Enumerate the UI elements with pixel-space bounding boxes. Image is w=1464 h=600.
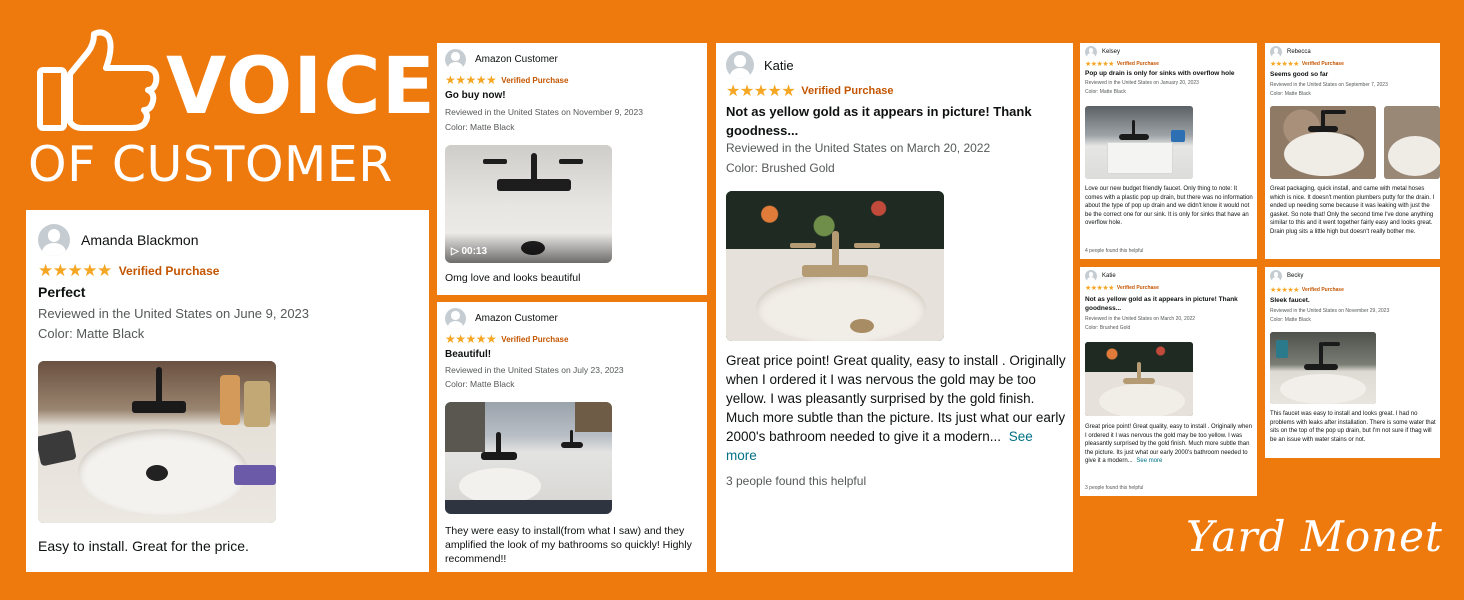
thumbs-up-icon — [37, 29, 160, 131]
verified-purchase-badge: Verified Purchase — [1301, 287, 1344, 293]
review-date: Reviewed in the United States on March 2… — [726, 141, 991, 155]
review-body: Omg love and looks beautiful — [445, 272, 581, 284]
review-color: Color: Matte Black — [1085, 89, 1126, 95]
reviewer: Katie — [1085, 270, 1116, 282]
reviewer-name: Kelsey — [1102, 49, 1121, 55]
review-card-becky: Becky ★★★★★ Verified Purchase Sleek fauc… — [1265, 267, 1440, 458]
reviewer-name: Rebecca — [1287, 49, 1311, 55]
star-rating: ★★★★★ — [726, 83, 796, 100]
star-rating: ★★★★★ — [1270, 287, 1299, 294]
review-card-amanda: Amanda Blackmon ★★★★★ Verified Purchase … — [26, 210, 429, 572]
review-body: Easy to install. Great for the price. — [38, 538, 249, 554]
avatar — [1085, 270, 1097, 282]
review-title[interactable]: Seems good so far — [1270, 71, 1328, 78]
review-body: Great price point! Great quality, easy t… — [726, 351, 1066, 465]
video-duration: ▷ 00:13 — [451, 246, 488, 257]
verified-purchase-badge: Verified Purchase — [1301, 61, 1344, 67]
review-photo[interactable] — [726, 191, 944, 341]
review-body: Love our new budget friendly faucet. Onl… — [1085, 186, 1253, 226]
reviewer: Becky — [1270, 270, 1303, 282]
review-photo[interactable] — [1270, 332, 1376, 404]
review-video[interactable]: ▷ 00:13 — [445, 145, 612, 263]
star-rating: ★★★★★ — [445, 332, 497, 346]
verified-purchase-badge: Verified Purchase — [118, 264, 220, 278]
reviewer: Kelsey — [1085, 46, 1120, 58]
header-title-of-customer: OF CUSTOMER — [28, 136, 393, 193]
helpful-count: 3 people found this helpful — [1085, 485, 1144, 491]
review-photo[interactable] — [38, 361, 276, 523]
review-card-katie-small: Katie ★★★★★ Verified Purchase Not as yel… — [1080, 267, 1257, 496]
review-photo[interactable] — [445, 402, 612, 514]
verified-purchase-badge: Verified Purchase — [1116, 285, 1159, 291]
avatar — [726, 51, 754, 79]
review-card-amazon-customer-1: Amazon Customer ★★★★★ Verified Purchase … — [437, 43, 707, 295]
review-card-katie: Katie ★★★★★ Verified Purchase Not as yel… — [716, 43, 1073, 572]
review-date: Reviewed in the United States on Septemb… — [1270, 82, 1388, 88]
reviewer-name: Becky — [1287, 273, 1304, 279]
review-title[interactable]: Not as yellow gold as it appears in pict… — [1085, 295, 1255, 313]
verified-purchase-badge: Verified Purchase — [801, 85, 894, 97]
review-color: Color: Matte Black — [38, 326, 145, 341]
review-color: Color: Matte Black — [1270, 91, 1311, 97]
review-title[interactable]: Not as yellow gold as it appears in pict… — [726, 102, 1066, 140]
review-color: Color: Brushed Gold — [1085, 325, 1131, 331]
review-body: This faucet was easy to install and look… — [1270, 411, 1436, 443]
reviewer: Katie — [726, 51, 794, 79]
avatar — [445, 49, 466, 70]
review-body: Great price point! Great quality, easy t… — [1085, 423, 1253, 466]
star-rating: ★★★★★ — [445, 73, 497, 87]
review-title[interactable]: Beautiful! — [445, 349, 491, 360]
review-body-text: Great price point! Great quality, easy t… — [1085, 424, 1252, 464]
header-title-voice: VOICE — [166, 42, 436, 132]
star-rating: ★★★★★ — [1085, 285, 1114, 292]
review-date: Reviewed in the United States on Novembe… — [1270, 308, 1390, 314]
review-title[interactable]: Go buy now! — [445, 90, 506, 101]
star-rating: ★★★★★ — [1270, 61, 1299, 68]
review-color: Color: Matte Black — [445, 122, 515, 132]
review-photo[interactable] — [1270, 106, 1376, 179]
review-title[interactable]: Perfect — [38, 284, 85, 300]
reviewer-name: Amanda Blackmon — [81, 232, 199, 248]
reviewer: Rebecca — [1270, 46, 1311, 58]
reviewer-name: Amazon Customer — [475, 54, 558, 65]
review-card-rebecca: Rebecca ★★★★★ Verified Purchase Seems go… — [1265, 43, 1440, 259]
avatar — [445, 308, 466, 329]
review-color: Color: Matte Black — [1270, 317, 1311, 323]
reviewer-name: Katie — [764, 57, 794, 73]
avatar — [1270, 270, 1282, 282]
helpful-count: 4 people found this helpful — [1085, 248, 1144, 254]
review-photo[interactable] — [1085, 106, 1193, 179]
star-rating: ★★★★★ — [1085, 61, 1114, 68]
verified-purchase-badge: Verified Purchase — [501, 334, 569, 344]
helpful-count: 3 people found this helpful — [726, 474, 867, 488]
review-date: Reviewed in the United States on June 9,… — [38, 306, 310, 321]
review-title[interactable]: Pop up drain is only for sinks with over… — [1085, 70, 1255, 77]
review-body: They were easy to install(from what I sa… — [445, 525, 692, 565]
brand-logo: Yard Monet — [1186, 512, 1443, 561]
reviewer-name: Katie — [1102, 273, 1116, 279]
review-date: Reviewed in the United States on July 23… — [445, 365, 624, 375]
star-rating: ★★★★★ — [38, 261, 112, 280]
review-title[interactable]: Sleek faucet. — [1270, 297, 1310, 304]
reviewer: Amazon Customer — [445, 308, 558, 329]
reviewer-name: Amazon Customer — [475, 313, 558, 324]
verified-purchase-badge: Verified Purchase — [1116, 61, 1159, 67]
reviewer: Amazon Customer — [445, 49, 558, 70]
avatar — [38, 224, 70, 256]
review-date: Reviewed in the United States on March 2… — [1085, 316, 1196, 322]
review-color: Color: Matte Black — [445, 379, 515, 389]
review-body: Great packaging, quick install, and came… — [1270, 186, 1435, 235]
avatar — [1270, 46, 1282, 58]
review-date: Reviewed in the United States on Novembe… — [445, 107, 643, 117]
review-photo[interactable] — [1085, 342, 1193, 416]
see-more-link[interactable]: See more — [1136, 458, 1162, 464]
review-photo-2[interactable] — [1384, 106, 1440, 179]
review-date: Reviewed in the United States on January… — [1085, 80, 1199, 86]
verified-purchase-badge: Verified Purchase — [501, 75, 569, 85]
reviewer: Amanda Blackmon — [38, 224, 199, 256]
review-card-kelsey: Kelsey ★★★★★ Verified Purchase Pop up dr… — [1080, 43, 1257, 259]
review-card-amazon-customer-2: Amazon Customer ★★★★★ Verified Purchase … — [437, 302, 707, 572]
avatar — [1085, 46, 1097, 58]
review-color: Color: Brushed Gold — [726, 161, 835, 175]
